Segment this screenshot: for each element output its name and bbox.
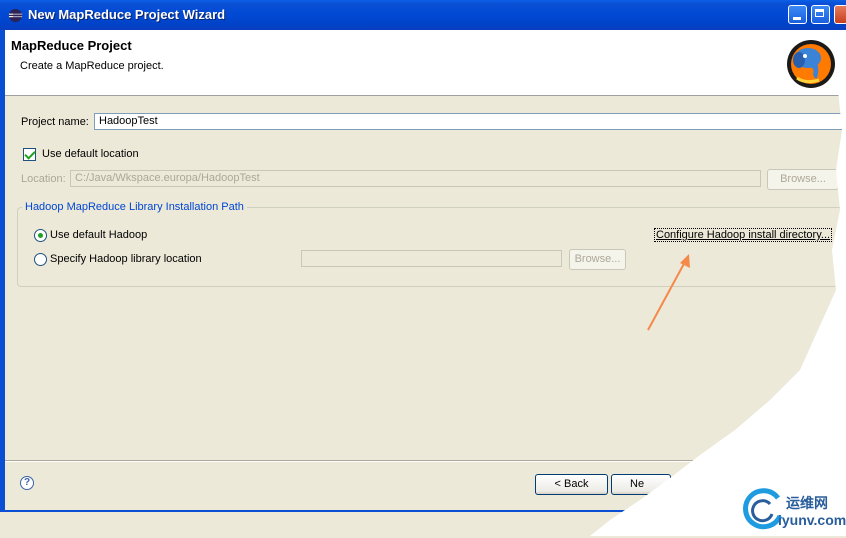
window-border: [0, 30, 5, 510]
hadoop-location-browse-button[interactable]: Browse...: [569, 249, 626, 270]
use-default-hadoop-label: Use default Hadoop: [50, 229, 148, 241]
watermark-en: iyunv.com: [778, 512, 846, 528]
configure-hadoop-link[interactable]: Configure Hadoop install directory...: [654, 228, 833, 242]
use-default-location-label: Use default location: [42, 148, 139, 160]
page-title: MapReduce Project: [11, 38, 132, 53]
window-title: New MapReduce Project Wizard: [28, 7, 226, 22]
close-button[interactable]: [834, 5, 846, 24]
watermark-cn: 运维网: [786, 496, 828, 512]
project-name-input[interactable]: HadoopTest: [94, 113, 846, 130]
specify-hadoop-location-label: Specify Hadoop library location: [50, 253, 202, 265]
window-bottom-border: [0, 510, 846, 538]
next-button[interactable]: Ne: [611, 474, 671, 495]
hadoop-library-group-title: Hadoop MapReduce Library Installation Pa…: [22, 201, 247, 213]
help-icon[interactable]: ?: [20, 476, 34, 490]
hadoop-elephant-icon: [787, 40, 835, 88]
maximize-button[interactable]: [811, 5, 830, 24]
back-button[interactable]: < Back: [535, 474, 608, 495]
hadoop-location-input[interactable]: [301, 250, 562, 267]
footer-separator: [5, 460, 846, 462]
project-name-label: Project name:: [21, 116, 89, 128]
page-description: Create a MapReduce project.: [20, 60, 164, 72]
wizard-header: MapReduce Project Create a MapReduce pro…: [5, 30, 846, 96]
window-title-bar[interactable]: New MapReduce Project Wizard: [0, 0, 846, 30]
use-default-hadoop-radio[interactable]: [34, 229, 47, 242]
hadoop-library-group: [17, 207, 846, 287]
specify-hadoop-location-radio[interactable]: [34, 253, 47, 266]
location-browse-button[interactable]: Browse...: [767, 169, 839, 190]
location-input[interactable]: C:/Java/Wkspace.europa/HadoopTest: [70, 170, 761, 187]
use-default-location-checkbox[interactable]: [23, 148, 36, 161]
minimize-button[interactable]: [788, 5, 807, 24]
eclipse-icon: [8, 8, 23, 23]
annotation-arrow: [647, 254, 690, 331]
location-label: Location:: [21, 173, 66, 185]
